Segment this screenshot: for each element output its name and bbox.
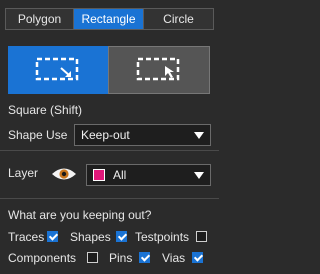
vias-checkbox[interactable]: [192, 252, 203, 263]
layer-select[interactable]: All: [86, 164, 211, 186]
eye-icon[interactable]: [51, 166, 77, 182]
rectangle-mode-group: [8, 46, 210, 94]
tab-circle[interactable]: Circle: [144, 9, 213, 29]
shape-use-select[interactable]: Keep-out: [74, 124, 211, 146]
tab-rectangle[interactable]: Rectangle: [74, 9, 144, 29]
pins-label: Pins: [109, 251, 133, 265]
shapes-label: Shapes: [70, 230, 111, 244]
rect-draw-mode-icon: [35, 57, 79, 81]
layer-value: All: [113, 168, 127, 182]
chevron-down-icon: [194, 172, 204, 179]
shape-tabs: Polygon Rectangle Circle: [5, 8, 214, 30]
shape-use-label: Shape Use: [8, 128, 68, 142]
components-checkbox[interactable]: [87, 252, 98, 263]
rect-select-mode-icon: [136, 57, 180, 81]
components-label: Components: [8, 251, 77, 265]
divider: [0, 198, 219, 199]
traces-checkbox[interactable]: [47, 231, 58, 242]
chevron-down-icon: [194, 132, 204, 139]
square-shift-hint: Square (Shift): [8, 103, 83, 117]
pins-checkbox[interactable]: [139, 252, 150, 263]
tab-polygon[interactable]: Polygon: [6, 9, 74, 29]
divider: [0, 150, 219, 151]
vias-label: Vias: [162, 251, 186, 265]
testpoints-label: Testpoints: [135, 230, 190, 244]
shapes-checkbox[interactable]: [116, 231, 127, 242]
draw-rectangle-button[interactable]: [8, 46, 108, 94]
traces-label: Traces: [8, 230, 45, 244]
layer-color-swatch: [93, 169, 105, 181]
select-rectangle-button[interactable]: [108, 46, 210, 94]
keepout-heading: What are you keeping out?: [8, 208, 152, 222]
testpoints-checkbox[interactable]: [196, 231, 207, 242]
layer-label: Layer: [8, 166, 39, 180]
shape-use-value: Keep-out: [81, 128, 130, 142]
